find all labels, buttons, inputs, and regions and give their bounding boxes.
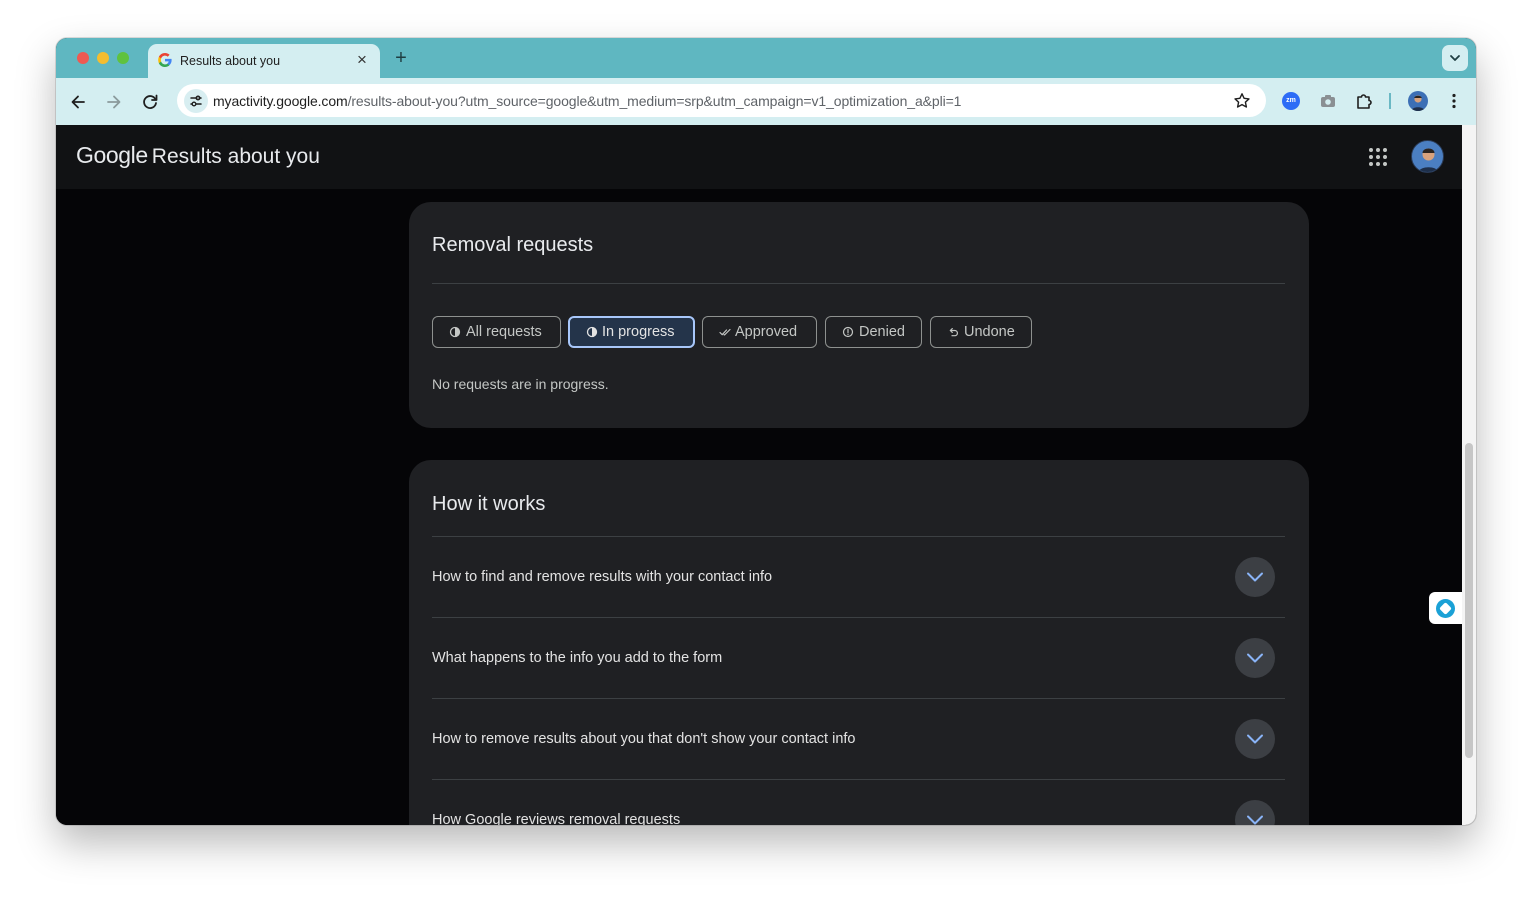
google-wordmark: Google: [76, 142, 148, 168]
half-circle-icon: [586, 326, 598, 338]
filter-label: All requests: [466, 324, 542, 340]
tab-strip: Results about you × +: [56, 38, 1476, 78]
chevron-down-icon: [1247, 734, 1263, 744]
url-path: /results-about-you?utm_source=google&utm…: [347, 93, 962, 109]
how-it-works-card: How it works How to find and remove resu…: [409, 460, 1309, 825]
assistant-widget-button[interactable]: [1429, 592, 1462, 624]
close-window-button[interactable]: [77, 52, 89, 64]
close-tab-icon[interactable]: ×: [352, 50, 372, 70]
expand-button[interactable]: [1235, 800, 1275, 825]
filter-label: Approved: [735, 324, 798, 340]
zoom-extension-icon[interactable]: zm: [1282, 92, 1300, 110]
page-content: Google Results about you Removal requests…: [56, 125, 1462, 825]
browser-window: Results about you × + myactivity.google.…: [56, 38, 1476, 825]
bookmark-star-icon[interactable]: [1232, 91, 1252, 111]
reload-icon[interactable]: [138, 90, 162, 114]
fullscreen-window-button[interactable]: [117, 52, 129, 64]
filter-denied[interactable]: Denied: [825, 316, 922, 348]
chevron-down-icon: [1247, 572, 1263, 582]
divider: [432, 283, 1285, 284]
app-header: Google Results about you: [56, 125, 1462, 189]
scrollbar[interactable]: [1462, 125, 1476, 825]
filter-label: Denied: [859, 324, 905, 340]
tab-search-button[interactable]: [1442, 45, 1468, 71]
expand-button[interactable]: [1235, 557, 1275, 597]
google-g-icon: [158, 53, 172, 67]
url-text[interactable]: myactivity.google.com/results-about-you?…: [213, 93, 961, 109]
more-menu-icon[interactable]: [1444, 91, 1464, 111]
filter-undone[interactable]: Undone: [930, 316, 1032, 348]
info-circle-icon: [842, 326, 854, 338]
filter-approved[interactable]: Approved: [702, 316, 817, 348]
filter-in-progress[interactable]: In progress: [568, 316, 695, 348]
minimize-window-button[interactable]: [97, 52, 109, 64]
empty-state-message: No requests are in progress.: [432, 376, 609, 392]
chevron-down-icon: [1450, 55, 1460, 61]
profile-avatar[interactable]: [1408, 91, 1428, 111]
forward-arrow-icon[interactable]: [102, 90, 126, 114]
camera-extension-icon[interactable]: [1318, 91, 1338, 111]
site-settings-icon[interactable]: [184, 89, 208, 113]
tab-results-about-you[interactable]: Results about you ×: [148, 44, 380, 78]
faq-item[interactable]: How Google reviews removal requests: [432, 779, 1285, 825]
faq-question: How to find and remove results with your…: [432, 569, 773, 585]
half-circle-icon: [449, 326, 461, 338]
expand-button[interactable]: [1235, 719, 1275, 759]
filter-all-requests[interactable]: All requests: [432, 316, 561, 348]
google-apps-icon[interactable]: [1369, 148, 1387, 166]
extensions-puzzle-icon[interactable]: [1354, 91, 1374, 111]
undo-icon: [949, 328, 958, 337]
account-avatar[interactable]: [1411, 140, 1444, 173]
scrollbar-thumb[interactable]: [1465, 443, 1473, 758]
tab-title: Results about you: [180, 54, 281, 68]
filter-label: In progress: [602, 324, 675, 340]
removal-requests-title: Removal requests: [432, 234, 594, 256]
faq-question: How to remove results about you that don…: [432, 731, 856, 747]
faq-question: How Google reviews removal requests: [432, 812, 681, 825]
chevron-down-icon: [1247, 815, 1263, 825]
how-it-works-title: How it works: [432, 493, 546, 515]
filter-label: Undone: [964, 324, 1015, 340]
removal-requests-card: Removal requests All requests In progres…: [409, 202, 1309, 428]
address-bar[interactable]: myactivity.google.com/results-about-you?…: [177, 84, 1266, 117]
new-tab-button[interactable]: +: [390, 47, 412, 69]
product-name: Results about you: [151, 145, 320, 168]
chevron-down-icon: [1247, 653, 1263, 663]
faq-item[interactable]: What happens to the info you add to the …: [432, 617, 1285, 698]
toolbar-divider: [1389, 93, 1391, 109]
product-logo[interactable]: Google Results about you: [76, 142, 320, 169]
browser-toolbar: myactivity.google.com/results-about-you?…: [56, 78, 1476, 125]
url-host: myactivity.google.com: [213, 93, 348, 109]
expand-button[interactable]: [1235, 638, 1275, 678]
assistant-logo-icon: [1436, 599, 1455, 618]
faq-item[interactable]: How to find and remove results with your…: [432, 536, 1285, 617]
double-check-icon: [719, 328, 731, 336]
faq-item[interactable]: How to remove results about you that don…: [432, 698, 1285, 779]
back-arrow-icon[interactable]: [66, 90, 90, 114]
faq-question: What happens to the info you add to the …: [432, 650, 723, 666]
